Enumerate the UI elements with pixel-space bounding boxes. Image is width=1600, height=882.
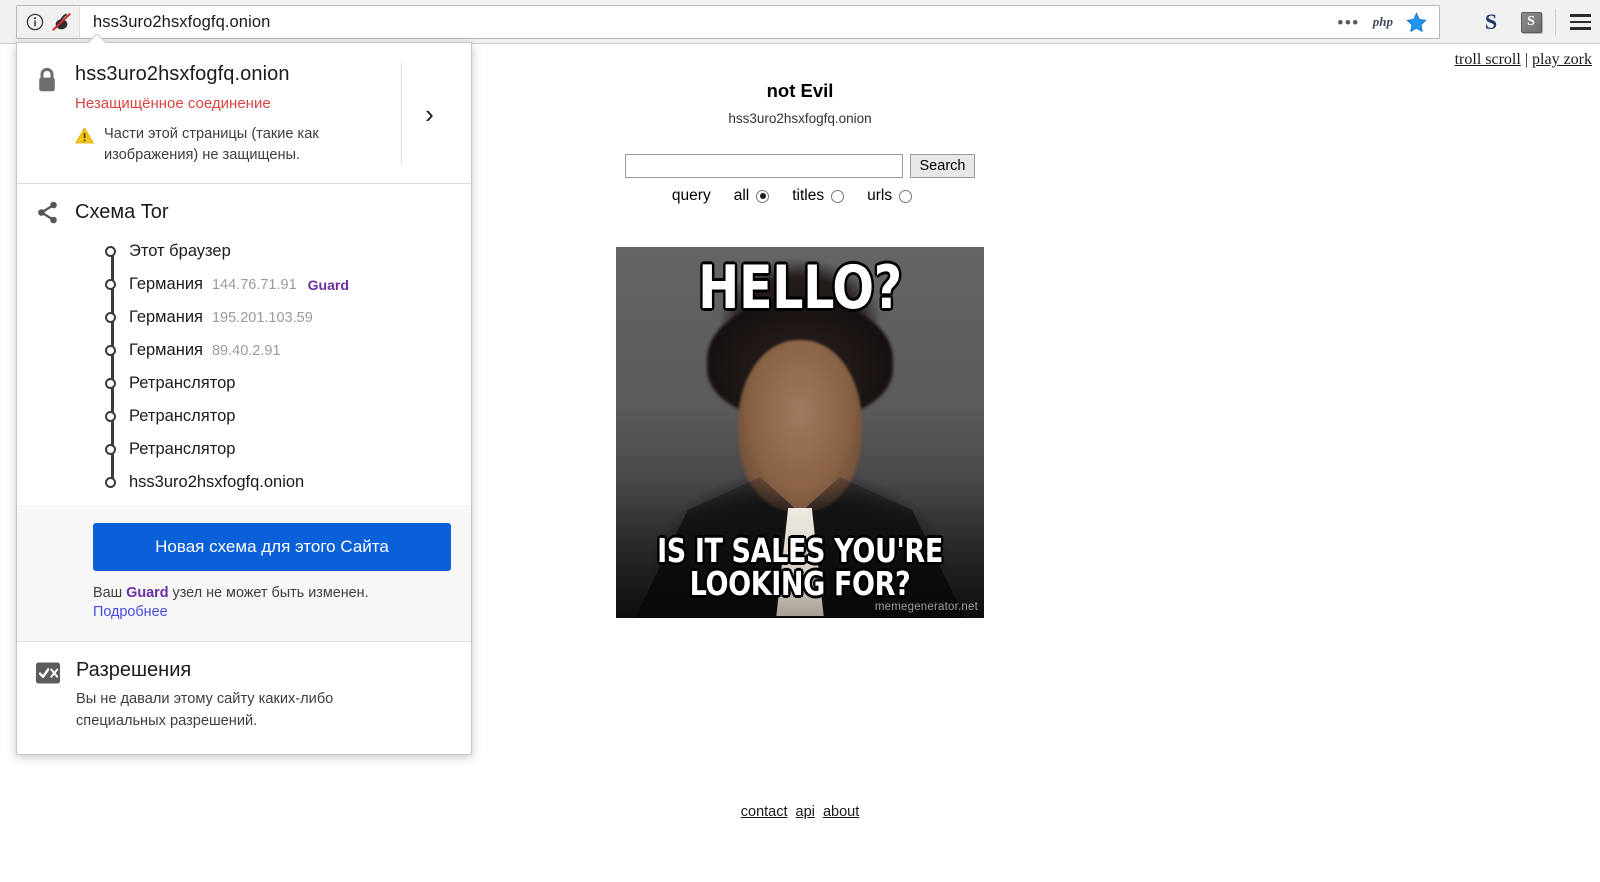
browser-toolbar: hss3uro2hsxfogfq.onion ••• php S S: [0, 0, 1600, 44]
circuit-node: Германия 144.76.71.91 Guard: [97, 268, 453, 302]
radio-all[interactable]: [756, 189, 770, 203]
node-name: Германия: [129, 275, 203, 294]
node-dot-icon: [105, 246, 116, 258]
connection-section: hss3uro2hsxfogfq.onion Незащищённое соед…: [17, 43, 471, 185]
circuit-node: Ретранслятор: [97, 400, 453, 434]
meme-bottom-text: IS IT SALES YOU'RE LOOKING FOR?: [657, 531, 943, 603]
search-input[interactable]: [624, 154, 903, 178]
tor-circuit-header: Схема Tor: [35, 200, 453, 225]
permissions-icon: [36, 662, 60, 684]
tor-circuit-list: Этот браузер Германия 144.76.71.91 Guard…: [97, 235, 453, 499]
node-dot-icon: [105, 444, 116, 456]
new-circuit-button[interactable]: Новая схема для этого Сайта: [93, 523, 451, 572]
circuit-node: Ретранслятор: [97, 367, 453, 401]
footer-link-about[interactable]: about: [823, 804, 859, 820]
warning-triangle-icon: [75, 127, 94, 144]
radio-urls[interactable]: [899, 189, 913, 203]
toolbar-buttons: S S: [1471, 0, 1600, 44]
node-guard-tag: Guard: [307, 276, 349, 293]
scope-option-titles[interactable]: titles: [792, 187, 845, 205]
panel-site-host: hss3uro2hsxfogfq.onion: [75, 63, 290, 85]
panel-arrow: [88, 34, 105, 43]
site-brand: not Evil: [766, 80, 834, 101]
node-ip: 195.201.103.59: [211, 309, 313, 326]
circuit-node: Германия 89.40.2.91: [97, 334, 453, 368]
s-extension-button[interactable]: S: [1471, 0, 1511, 44]
site-brand-host: hss3uro2hsxfogfq.onion: [728, 111, 872, 126]
url-text[interactable]: hss3uro2hsxfogfq.onion: [80, 13, 1337, 32]
node-name: hss3uro2hsxfogfq.onion: [129, 473, 305, 492]
circuit-node: Ретранслятор: [97, 433, 453, 467]
node-dot-icon: [105, 345, 116, 357]
meme-top-text: HELLO?: [698, 253, 902, 323]
footer-link-api[interactable]: api: [796, 804, 815, 820]
scope-option-all[interactable]: all: [734, 187, 770, 205]
tor-circuit-title: Схема Tor: [75, 201, 169, 224]
lock-icon: [39, 67, 55, 92]
circuit-node: Этот браузер: [97, 235, 453, 269]
node-dot-icon: [105, 477, 116, 489]
node-name: Ретранслятор: [129, 374, 236, 393]
search-scope-options: query all titles urls: [672, 187, 928, 205]
footer-links: contact api about: [0, 804, 1600, 820]
mixed-content-row: Части этой страницы (такие как изображен…: [75, 124, 401, 165]
circuit-node: hss3uro2hsxfogfq.onion: [97, 466, 453, 499]
node-name: Ретранслятор: [129, 440, 236, 459]
onion-slashed-icon[interactable]: [51, 13, 72, 31]
guard-note-bold: Guard: [126, 585, 169, 602]
tor-circuit-section: Схема Tor Этот браузер Германия 144.76.7…: [17, 184, 471, 505]
node-dot-icon: [105, 411, 116, 423]
node-name: Этот браузер: [129, 242, 231, 261]
hamburger-menu-icon: [1569, 14, 1591, 30]
scope-option-urls[interactable]: urls: [867, 187, 913, 205]
url-bar-actions: ••• php: [1337, 11, 1439, 33]
guard-note: Ваш Guard узел не может быть изменен.: [93, 585, 453, 601]
search-button[interactable]: Search: [909, 154, 976, 178]
overflow-dots-icon[interactable]: •••: [1337, 14, 1359, 31]
search-form: Search: [624, 154, 976, 178]
node-dot-icon: [105, 312, 116, 324]
scope-label-urls: urls: [867, 187, 893, 204]
circuit-node: Германия 195.201.103.59: [97, 301, 453, 335]
footer-link-contact[interactable]: contact: [741, 804, 788, 820]
query-label: query: [671, 187, 711, 204]
node-name: Германия: [129, 341, 203, 360]
s-box-extension-button[interactable]: S: [1511, 0, 1551, 44]
url-bar[interactable]: hss3uro2hsxfogfq.onion ••• php: [16, 5, 1440, 39]
guard-note-prefix: Ваш: [93, 585, 127, 602]
permissions-description: Вы не давали этому сайту каких-либо спец…: [76, 691, 334, 729]
site-identity-panel: hss3uro2hsxfogfq.onion Незащищённое соед…: [16, 42, 472, 755]
scope-label-all: all: [733, 187, 750, 204]
chevron-right-icon: ›: [425, 99, 434, 130]
scope-label-titles: titles: [792, 187, 825, 204]
new-circuit-section: Новая схема для этого Сайта Ваш Guard уз…: [17, 505, 471, 643]
node-name: Ретранслятор: [129, 407, 236, 426]
toolbar-divider: [1555, 9, 1556, 35]
connection-details-button[interactable]: ›: [401, 63, 457, 166]
radio-titles[interactable]: [831, 189, 845, 203]
menu-button[interactable]: [1560, 0, 1600, 44]
share-network-icon: [38, 202, 57, 224]
node-name: Германия: [129, 308, 203, 327]
php-addon-icon[interactable]: php: [1373, 14, 1393, 30]
identity-box[interactable]: [17, 6, 80, 38]
mixed-content-warning: Части этой страницы (такие как изображен…: [104, 126, 319, 163]
bookmark-star-icon[interactable]: [1406, 11, 1427, 33]
permissions-title: Разрешения: [76, 659, 192, 682]
guard-note-suffix: узел не может быть изменен.: [168, 585, 369, 602]
s-box-icon: S: [1520, 11, 1542, 33]
learn-more-link[interactable]: Подробнее: [93, 604, 168, 620]
meme-watermark: memegenerator.net: [874, 601, 978, 613]
permissions-section: Разрешения Вы не давали этому сайту каки…: [17, 642, 471, 753]
node-ip: 89.40.2.91: [211, 342, 281, 359]
node-ip: 144.76.71.91: [211, 276, 297, 293]
node-dot-icon: [105, 279, 116, 291]
meme-image: HELLO? IS IT SALES YOU'RE LOOKING FOR? m…: [616, 247, 984, 618]
info-icon[interactable]: [26, 13, 44, 31]
connection-status: Незащищённое соединение: [75, 95, 271, 112]
node-dot-icon: [105, 378, 116, 390]
s-extension-icon: S: [1484, 9, 1498, 34]
